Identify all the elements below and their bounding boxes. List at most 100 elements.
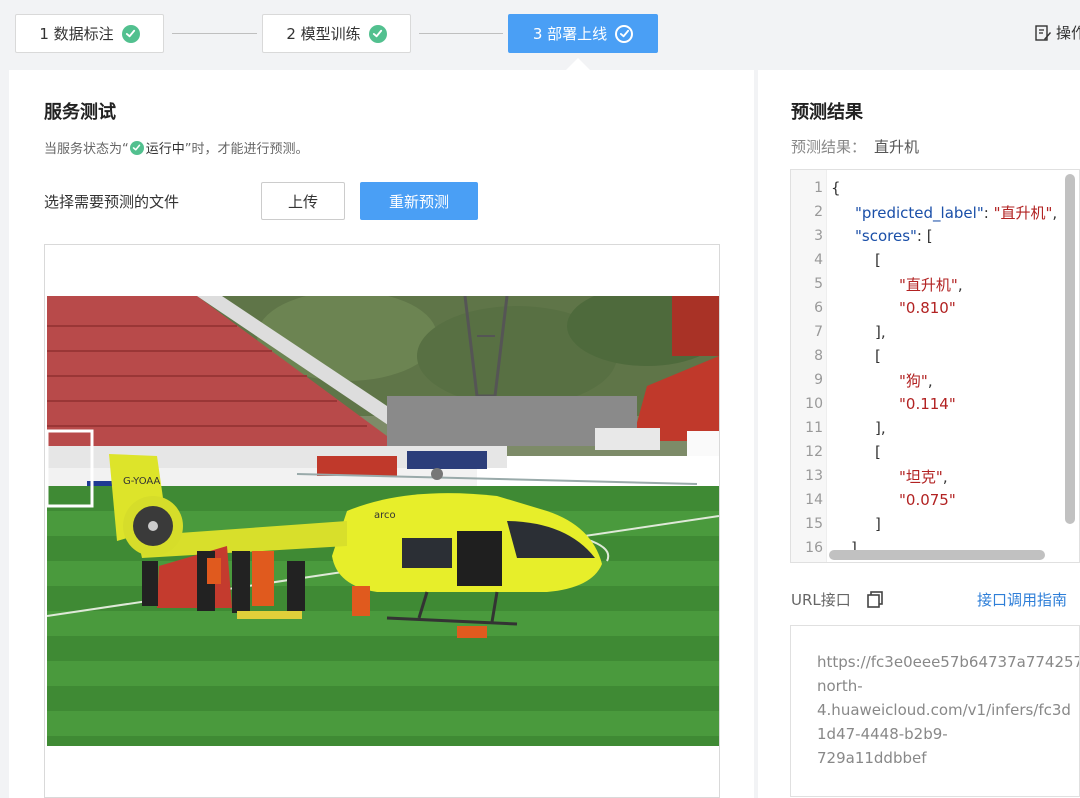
line-number: 3	[814, 228, 823, 244]
edit-icon	[1035, 24, 1051, 41]
code-line: 6 "0.810"	[791, 296, 956, 320]
line-number: 14	[805, 492, 823, 508]
step-connector	[172, 33, 257, 34]
code-token: "0.810"	[899, 299, 956, 317]
code-text: [	[875, 251, 881, 269]
line-number: 6	[814, 300, 823, 316]
code-text: "scores": [	[855, 227, 933, 245]
code-text: "坦克",	[899, 466, 948, 487]
copy-icon[interactable]	[865, 590, 885, 610]
code-token: ,	[942, 467, 948, 486]
line-number: 10	[805, 396, 823, 412]
code-line: 15]	[791, 512, 881, 536]
result-value: 直升机	[874, 138, 920, 156]
check-icon	[129, 140, 144, 155]
code-token: "坦克"	[899, 467, 943, 486]
step-data-labeling[interactable]: 1 数据标注	[15, 14, 164, 53]
code-token: {	[831, 179, 841, 197]
step-connector	[419, 33, 503, 34]
line-number: 8	[814, 348, 823, 364]
code-line: 13 "坦克",	[791, 464, 947, 488]
horizontal-scrollbar[interactable]	[829, 550, 1045, 560]
helicopter-photo: G-YOAA arco	[47, 296, 719, 746]
url-value: https://fc3e0eee57b64737a774257 north- 4…	[817, 653, 1080, 767]
api-guide-link[interactable]: 接口调用指南	[977, 589, 1067, 610]
step-deploy[interactable]: 3 部署上线	[508, 14, 658, 53]
code-token: "狗"	[899, 371, 928, 390]
check-icon	[368, 24, 387, 43]
hint-status: 运行中	[145, 142, 185, 157]
code-line: 1{	[791, 176, 840, 200]
code-line: 8[	[791, 344, 881, 368]
ops-button[interactable]: 操作	[1034, 22, 1080, 43]
service-test-title: 服务测试	[44, 102, 116, 123]
prediction-panel: 预测结果 预测结果： 直升机 1{2 "predicted_label": "直升机…	[758, 70, 1080, 798]
hint-suffix: ”时，才能进行预测。	[184, 142, 309, 157]
code-token: "直升机"	[993, 203, 1053, 222]
code-text: "0.075"	[899, 491, 956, 509]
code-line: 11],	[791, 416, 885, 440]
upload-button[interactable]: 上传	[261, 182, 345, 220]
code-token: ],	[875, 419, 886, 437]
code-text: ],	[875, 419, 886, 437]
active-step-pointer	[566, 58, 590, 70]
code-line: 16]	[791, 536, 857, 560]
line-number: 11	[805, 420, 823, 436]
code-token: [	[875, 251, 881, 269]
step-label: 2 模型训练	[286, 25, 361, 43]
check-icon	[615, 24, 634, 43]
code-text: {	[831, 179, 841, 197]
line-number: 5	[814, 276, 823, 292]
vertical-scrollbar[interactable]	[1065, 174, 1075, 524]
code-text: [	[875, 443, 881, 461]
line-number: 2	[814, 204, 823, 220]
step-model-training[interactable]: 2 模型训练	[262, 14, 411, 53]
image-preview-frame: G-YOAA arco	[44, 244, 720, 798]
code-text: "0.114"	[899, 395, 956, 413]
code-token: :	[983, 203, 994, 222]
json-result-viewer[interactable]: 1{2 "predicted_label": "直升机", 3 "scores": […	[790, 169, 1080, 563]
code-token: ],	[875, 323, 886, 341]
code-text: ]	[875, 515, 881, 533]
service-hint: 当服务状态为“ 运行中 ”时，才能进行预测。	[44, 138, 309, 157]
code-text: "predicted_label": "直升机",	[855, 202, 1057, 223]
line-number: 15	[805, 516, 823, 532]
code-text: ],	[875, 323, 886, 341]
code-text: [	[875, 347, 881, 365]
code-token: ,	[1052, 203, 1058, 222]
service-test-panel: 服务测试 当服务状态为“ 运行中 ”时，才能进行预测。 选择需要预测的文件 上传…	[9, 70, 754, 798]
code-line: 12 [	[791, 440, 881, 464]
code-line: 14 "0.075"	[791, 488, 956, 512]
line-number: 7	[814, 324, 823, 340]
prediction-result-line: 预测结果： 直升机	[791, 136, 919, 157]
code-token: ,	[927, 371, 933, 390]
ops-label: 操作	[1056, 24, 1080, 42]
code-token: "predicted_label"	[855, 203, 984, 222]
repredict-button[interactable]: 重新预测	[360, 182, 478, 220]
code-token: [	[875, 347, 881, 365]
code-text: "狗",	[899, 370, 933, 391]
stepper: 1 数据标注 2 模型训练 3 部署上线 操作	[0, 0, 1080, 70]
code-line: 4[	[791, 248, 881, 272]
code-text: "直升机",	[899, 274, 963, 295]
hint-prefix: 当服务状态为“	[44, 142, 129, 157]
code-token: ,	[957, 275, 963, 294]
code-line: 2 "predicted_label": "直升机",	[791, 200, 1057, 224]
step-label: 1 数据标注	[39, 25, 114, 43]
code-token: "scores"	[855, 227, 917, 245]
svg-text:arco: arco	[374, 510, 396, 521]
code-token: : [	[916, 227, 933, 245]
code-token: "0.114"	[899, 395, 956, 413]
prediction-title: 预测结果	[791, 102, 863, 123]
line-number: 1	[814, 180, 823, 196]
line-number: 16	[805, 540, 823, 556]
url-label: URL接口	[791, 591, 851, 609]
code-line: 5 "直升机",	[791, 272, 963, 296]
file-select-label: 选择需要预测的文件	[44, 193, 180, 211]
code-line: 9 "狗",	[791, 368, 933, 392]
url-label-row: URL接口	[791, 589, 885, 610]
code-line: 10 "0.114"	[791, 392, 956, 416]
code-token: [	[875, 443, 881, 461]
line-number: 4	[814, 252, 823, 268]
url-field[interactable]: https://fc3e0eee57b64737a774257 north- 4…	[790, 625, 1080, 797]
